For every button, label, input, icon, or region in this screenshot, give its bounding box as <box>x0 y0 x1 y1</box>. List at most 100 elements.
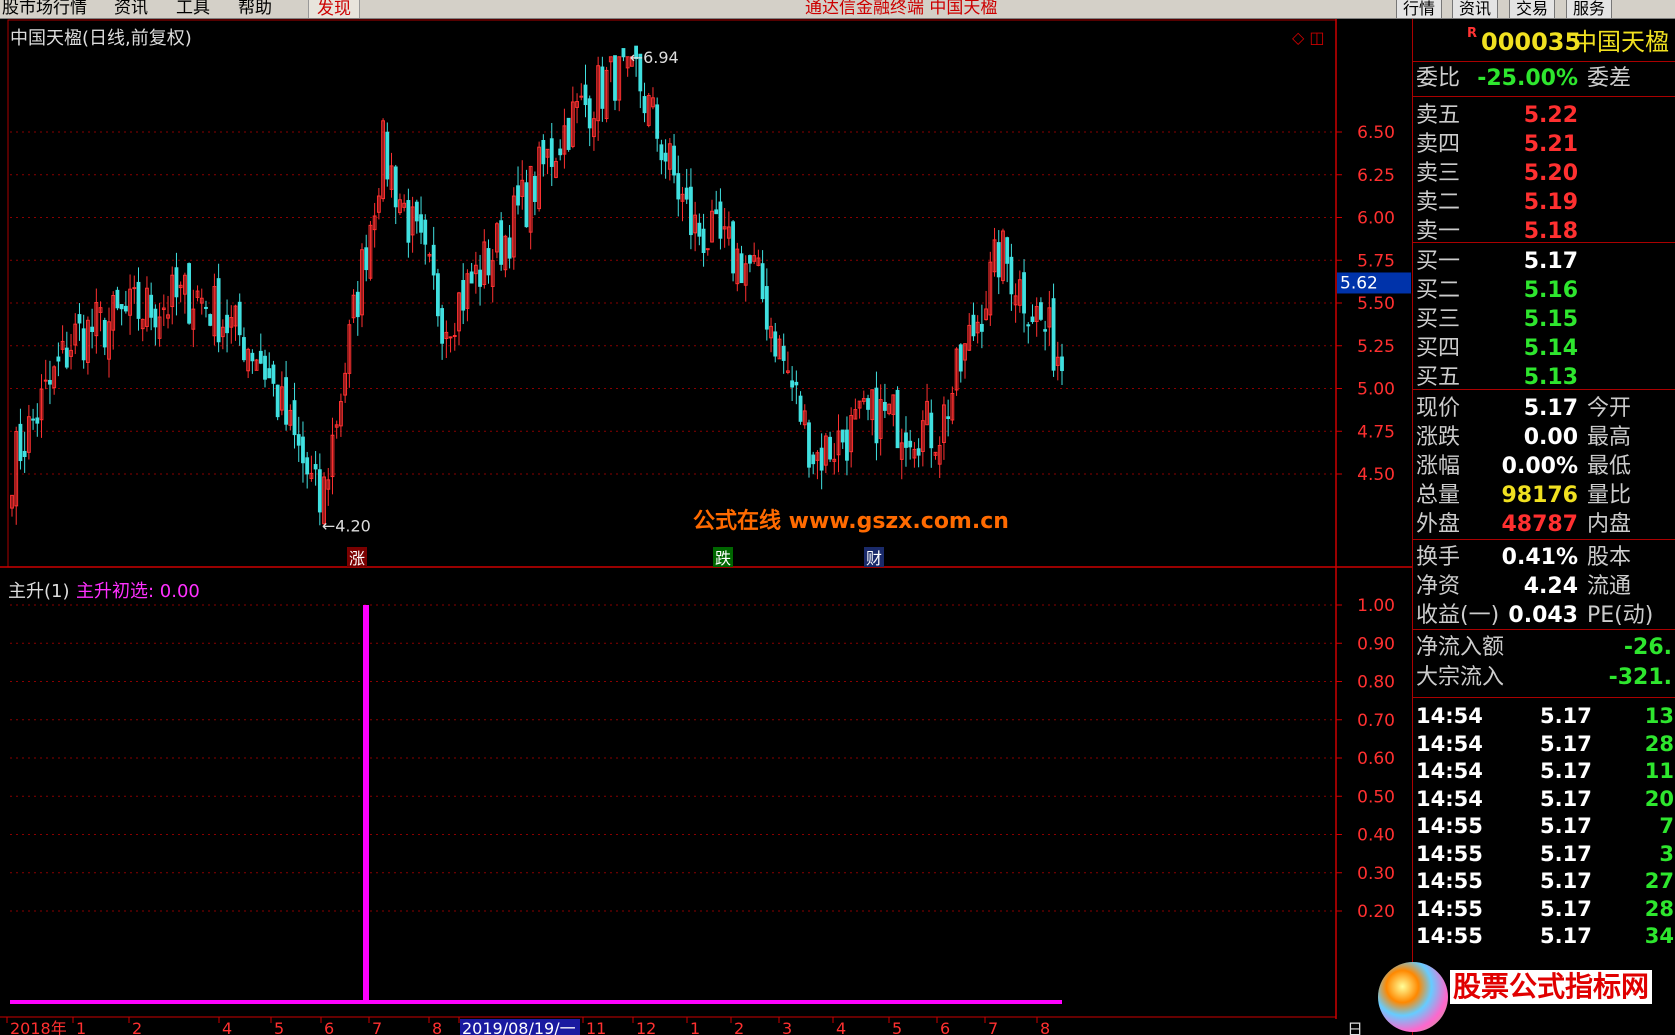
tick-volume: 34 <box>1644 924 1674 948</box>
event-marker: 财 <box>866 549 882 568</box>
event-marker: 涨 <box>349 549 365 568</box>
ask-row[interactable]: 卖四 5.21 <box>1413 130 1675 159</box>
candle-body <box>301 436 305 464</box>
ask-row[interactable]: 卖五 5.22 <box>1413 101 1675 130</box>
x-axis-label: 4 <box>222 1019 232 1035</box>
candle-body <box>840 429 845 443</box>
tick-volume: 28 <box>1644 896 1674 921</box>
candle-body <box>549 138 554 167</box>
candle-body <box>1030 316 1035 323</box>
price-tick-label: 6.00 <box>1357 209 1395 229</box>
tick-time: 14:55 <box>1416 869 1483 893</box>
bid-row[interactable]: 买四 5.14 <box>1413 334 1675 363</box>
bid-row[interactable]: 买三 5.15 <box>1413 305 1675 334</box>
quote-panel: R 000035 中国天楹 委比 -25.00% 委差 卖五 5.22 卖四 5.21… <box>1412 19 1675 1035</box>
price-tick-label: 6.50 <box>1357 123 1395 143</box>
candle-body <box>499 220 504 265</box>
candle-body <box>461 280 466 311</box>
btn-quotes[interactable]: 行情 <box>1396 0 1443 18</box>
tick-row: 14:54 5.17 13 <box>1413 702 1675 730</box>
btn-trade[interactable]: 交易 <box>1509 0 1556 18</box>
candle-body <box>587 98 592 129</box>
candle-body <box>1009 256 1014 295</box>
candle-body <box>216 278 221 343</box>
stat-label2: 今开 <box>1587 396 1632 421</box>
chart-title: 中国天楹(日线,前复权) <box>10 28 192 49</box>
candle-body <box>448 336 453 339</box>
bid-row[interactable]: 买一 5.17 <box>1413 247 1675 276</box>
candle-body <box>271 364 276 384</box>
candle-body <box>64 347 69 368</box>
candle-body <box>486 248 491 276</box>
tick-price: 5.17 <box>1540 759 1592 783</box>
candle-body <box>979 323 984 332</box>
bid-price: 5.14 <box>1523 336 1578 361</box>
candle-body <box>697 222 702 237</box>
candle-body <box>469 271 474 284</box>
tick-price: 5.17 <box>1540 786 1592 811</box>
x-axis-label: 7 <box>372 1019 382 1035</box>
bid-row[interactable]: 买五 5.13 <box>1413 363 1675 392</box>
candle-body <box>811 454 816 465</box>
stat-label: 外盘 <box>1416 512 1461 537</box>
candle-body <box>225 314 229 334</box>
weicha-label: 委差 <box>1587 66 1632 91</box>
btn-service[interactable]: 服务 <box>1566 0 1613 18</box>
logo-text: 股票公式指标网 <box>1450 970 1653 1004</box>
ask-row[interactable]: 卖三 5.20 <box>1413 159 1675 188</box>
weibi-value: -25.00% <box>1477 66 1578 91</box>
candle-body <box>1039 302 1043 320</box>
tick-time: 14:55 <box>1416 924 1483 948</box>
stat-label2: 流通 <box>1587 574 1632 599</box>
candle-body <box>296 434 301 446</box>
flow-value: -26. <box>1623 635 1672 660</box>
candle-body <box>123 305 128 312</box>
menu-market[interactable]: 股市场行情 <box>2 0 87 18</box>
menu-tools[interactable]: 工具 <box>176 0 210 18</box>
x-axis-label: 8 <box>1040 1019 1050 1035</box>
ask-label: 卖五 <box>1416 103 1461 128</box>
bid-label: 买四 <box>1416 336 1461 361</box>
indicator-value-label: 主升初选: 0.00 <box>76 581 200 602</box>
stat-label: 收益(一) <box>1416 603 1500 628</box>
indicator-series <box>10 605 1062 1004</box>
price-tick-label: 4.50 <box>1357 465 1395 485</box>
candle-body <box>866 398 870 410</box>
tick-price: 5.17 <box>1540 896 1592 921</box>
candle-body <box>798 395 803 422</box>
candle-body <box>764 286 769 330</box>
candle-body <box>739 253 744 284</box>
menu-help[interactable]: 帮助 <box>238 0 272 18</box>
tick-row: 14:55 5.17 7 <box>1413 812 1675 840</box>
x-axis-label: 2019/08/19/一 <box>462 1019 576 1035</box>
x-axis-label: 8 <box>432 1019 442 1035</box>
tick-time: 14:54 <box>1416 786 1483 811</box>
stat-label2: 最低 <box>1587 454 1632 479</box>
candle-body <box>406 200 411 243</box>
menu-discover[interactable]: 发现 <box>308 0 360 18</box>
indicator-tick-label: 0.90 <box>1357 634 1395 654</box>
stat-row: 涨幅 0.00% 最低 <box>1413 452 1675 481</box>
stat-label2: 最高 <box>1587 425 1632 450</box>
menu-bar: 股市场行情 资讯 工具 帮助 发现 通达信金融终端 中国天楹 行情 资讯 交易 … <box>0 0 1675 19</box>
flower-icon <box>1378 962 1448 1032</box>
stat-label2: 股本 <box>1587 545 1632 570</box>
tick-row: 14:54 5.17 20 <box>1413 785 1675 813</box>
candle-body <box>431 244 436 276</box>
menu-news[interactable]: 资讯 <box>114 0 148 18</box>
candle-body <box>355 291 360 318</box>
main-frame <box>7 19 1337 568</box>
tick-price: 5.17 <box>1540 731 1592 756</box>
stat-row: 现价 5.17 今开 <box>1413 394 1675 423</box>
stat-label2: PE(动) <box>1587 603 1654 628</box>
x-axis-label: 6 <box>940 1019 950 1035</box>
weibi-row: 委比 -25.00% 委差 <box>1413 64 1675 93</box>
ask-row[interactable]: 卖二 5.19 <box>1413 188 1675 217</box>
candle-body <box>1005 237 1010 264</box>
candle-body <box>748 255 752 264</box>
candle-body <box>524 182 529 228</box>
bid-row[interactable]: 买二 5.16 <box>1413 276 1675 305</box>
candle-body <box>136 281 141 319</box>
tick-volume: 7 <box>1659 814 1674 838</box>
tick-price: 5.17 <box>1540 704 1592 728</box>
